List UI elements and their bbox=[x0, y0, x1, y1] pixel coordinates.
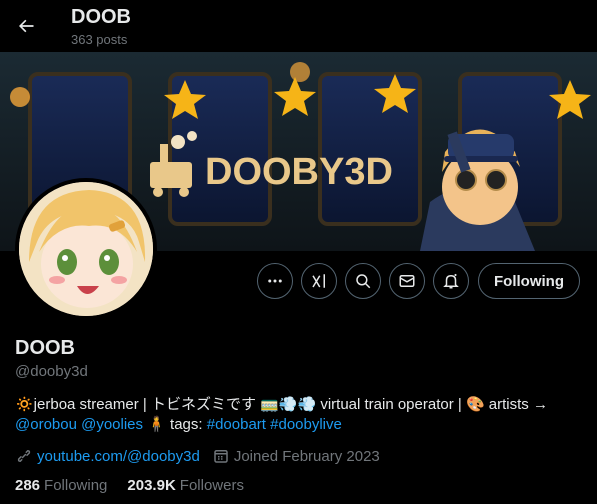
joined-date: Joined February 2023 bbox=[233, 447, 380, 465]
follow-counts: 286 Following 203.9K Followers bbox=[15, 477, 264, 494]
link-icon bbox=[17, 449, 31, 463]
hashtag-doobart[interactable]: #doobart bbox=[207, 416, 266, 433]
notification-bell-icon bbox=[443, 273, 459, 289]
back-arrow-icon bbox=[19, 19, 34, 33]
more-button[interactable] bbox=[257, 263, 293, 299]
tags-label: 🧍 tags: bbox=[147, 416, 203, 433]
user-handle: @dooby3d bbox=[15, 363, 88, 380]
profile-actions: Following bbox=[0, 263, 597, 299]
more-icon bbox=[268, 279, 282, 283]
joined-item: Joined February 2023 bbox=[212, 447, 380, 465]
website-link[interactable]: youtube.com/@dooby3d bbox=[37, 448, 200, 465]
following-count: 286 bbox=[15, 477, 41, 494]
mention-link-yoolies[interactable]: @yoolies bbox=[81, 416, 143, 433]
profile-bio: 🔅jerboa streamer | トビネズミです 🚃💨💨 virtual t… bbox=[15, 395, 585, 435]
bio-line-1: 🔅jerboa streamer | トビネズミです 🚃💨💨 virtual t… bbox=[15, 396, 548, 413]
following-label: Following bbox=[44, 477, 108, 494]
search-icon bbox=[356, 274, 371, 289]
hashtag-doobylive[interactable]: #doobylive bbox=[270, 416, 342, 433]
message-icon bbox=[399, 275, 415, 287]
grok-icon bbox=[312, 274, 325, 288]
post-count: 363 posts bbox=[71, 32, 128, 47]
mention-link-orobou[interactable]: @orobou bbox=[15, 416, 77, 433]
back-button[interactable] bbox=[12, 12, 40, 40]
bio-line-2: @orobou @yoolies 🧍 tags: #doobart #dooby… bbox=[15, 415, 585, 435]
website-item: youtube.com/@dooby3d bbox=[15, 447, 200, 465]
calendar-icon bbox=[214, 450, 228, 463]
followers-count: 203.9K bbox=[127, 477, 176, 494]
search-button[interactable] bbox=[345, 263, 381, 299]
followers-label: Followers bbox=[179, 477, 244, 494]
following-count-link[interactable]: 286 Following bbox=[15, 477, 107, 494]
profile-meta: youtube.com/@dooby3d Joined February 202… bbox=[15, 446, 392, 466]
header-title: DOOB bbox=[71, 6, 131, 28]
following-button[interactable]: Following bbox=[478, 263, 580, 299]
display-name: DOOB bbox=[15, 337, 75, 359]
notifications-button[interactable] bbox=[433, 263, 469, 299]
grok-button[interactable] bbox=[301, 263, 337, 299]
message-button[interactable] bbox=[389, 263, 425, 299]
banner-logo-text: DOOBY3D bbox=[205, 151, 393, 193]
followers-count-link[interactable]: 203.9K Followers bbox=[127, 477, 244, 494]
top-bar: DOOB 363 posts bbox=[0, 0, 597, 52]
